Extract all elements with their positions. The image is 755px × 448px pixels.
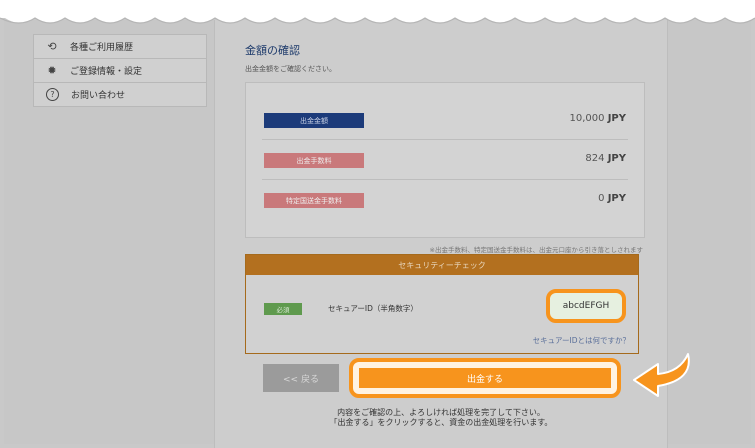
main-panel: 金額の確認 出金金額をご確認ください。 出金金額 10,000 JPY 出金手数… [214,20,668,448]
sidebar-item-label: ご登録情報・設定 [70,67,143,77]
sidebar-item-label: お問い合わせ [71,91,126,101]
sidebar-item-label: 各種ご利用履歴 [70,43,134,53]
amount-summary: 出金金額 10,000 JPY 出金手数料 824 JPY 特定国送金手数料 0… [245,82,645,238]
back-button[interactable]: << 戻る [263,364,339,392]
amount-row-withdrawal: 出金金額 10,000 JPY [262,101,628,140]
withdrawal-fee-value: 824 JPY [585,153,626,164]
secure-id-label: セキュアーID（半角数字） [328,304,418,313]
instruction-line-2: 「出金する」をクリックすると、資金の出金処理を行います。 [329,418,553,427]
withdraw-button-highlight: 出金する [349,358,621,398]
withdraw-button[interactable]: 出金する [359,368,611,388]
page-title: 金額の確認 [245,44,300,57]
amount-row-fee: 出金手数料 824 JPY [262,141,628,180]
amount-row-country-fee: 特定国送金手数料 0 JPY [262,181,628,219]
secure-id-input[interactable]: abcdEFGH [546,289,626,323]
withdrawal-fee-label: 出金手数料 [264,153,364,168]
sidebar-menu: ⟲ 各種ご利用履歴 ✹ ご登録情報・設定 ? お問い合わせ [33,34,207,107]
withdrawal-amount-label: 出金金額 [264,113,364,128]
question-icon: ? [46,88,59,101]
security-check-header: セキュリティーチェック [246,255,638,275]
instruction-line-1: 内容をご確認の上、よろしければ処理を完了して下さい。 [337,408,545,417]
required-badge: 必須 [264,303,302,315]
withdrawal-amount-value: 10,000 JPY [569,113,626,124]
country-fee-value: 0 JPY [598,193,626,204]
confirmation-instructions: 内容をご確認の上、よろしければ処理を完了して下さい。 「出金する」をクリックする… [215,408,667,428]
history-icon: ⟲ [47,40,57,53]
pointer-arrow-icon [633,353,690,397]
page-subtitle: 出金金額をご確認ください。 [245,65,336,73]
country-fee-label: 特定国送金手数料 [264,193,364,208]
secure-id-help-link[interactable]: セキュアーIDとは何ですか？ [533,335,630,346]
security-check-panel: セキュリティーチェック 必須 セキュアーID（半角数字） abcdEFGH セキ… [245,254,639,354]
sidebar-item-settings[interactable]: ✹ ご登録情報・設定 [34,59,206,83]
sidebar-item-history[interactable]: ⟲ 各種ご利用履歴 [34,35,206,59]
sidebar-item-contact[interactable]: ? お問い合わせ [34,83,206,106]
fee-note: ※出金手数料、特定国送金手数料は、出金元口座から引き落としされます [429,246,643,254]
torn-edge-decoration [0,0,755,24]
gear-icon: ✹ [47,64,57,77]
